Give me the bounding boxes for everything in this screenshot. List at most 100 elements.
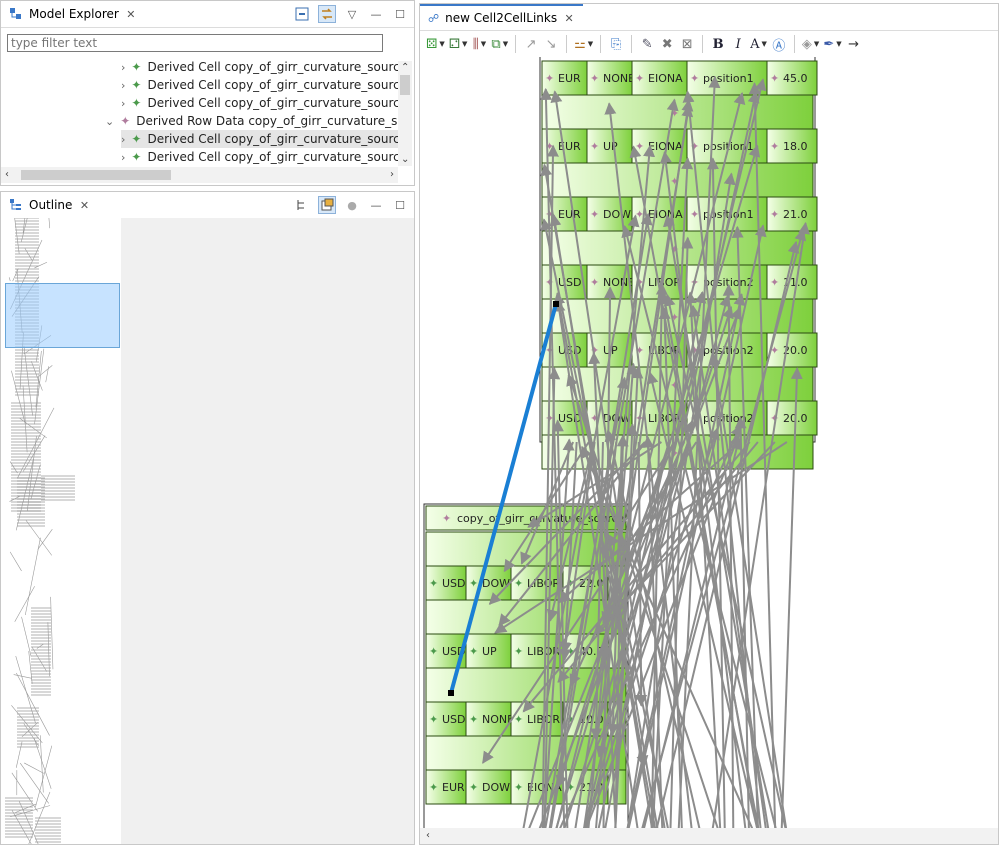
outline-tabbar: Outline ✕ ● — ☐ [1, 192, 414, 219]
italic-icon[interactable]: I [730, 35, 746, 53]
diagram-canvas[interactable]: ✦ EUR ✦ NONE ✦ EIONA ✦ position1 ✦ 45.0 ✦ ✦ EUR ✦ UP ✦ E… [420, 57, 998, 828]
diagram-horizontal-scrollbar[interactable]: ‹ [420, 828, 998, 844]
scroll-left-icon[interactable]: ‹ [5, 169, 9, 180]
tree-vertical-scrollbar[interactable]: ⌃ ⌄ [398, 61, 412, 166]
model-tree: › ✦ Derived Cell copy_of_girr_curvature_so… [1, 58, 398, 166]
scroll-down-icon[interactable]: ⌄ [401, 154, 409, 165]
outline-title: Outline [29, 198, 73, 212]
line-style-icon[interactable]: → [846, 35, 862, 53]
scroll-left-icon[interactable]: ‹ [426, 830, 430, 841]
outline-link-mark [21, 616, 32, 657]
toolbar-separator [631, 35, 633, 53]
outline-link-mark [14, 586, 35, 622]
close-icon[interactable]: ✕ [125, 8, 137, 21]
chevron-right-icon[interactable]: › [121, 133, 125, 146]
outline-background [121, 218, 414, 844]
cell-icon: ✦ [590, 208, 599, 221]
select-icon[interactable]: ⚄ [426, 35, 445, 53]
filter-input[interactable] [7, 34, 383, 52]
link-with-editor-icon[interactable] [318, 5, 336, 23]
delete-icon[interactable]: ✖ [659, 35, 675, 53]
cell-label: position2 [703, 412, 754, 425]
tree-item[interactable]: › ✦ Derived Cell copy_of_girr_curvature_so… [121, 94, 398, 112]
tree-item[interactable]: ⌄ ✦ Derived Row Data copy_of_girr_curvatur… [105, 112, 398, 130]
outline-link-mark [8, 277, 11, 282]
filter-icon[interactable]: ● [344, 197, 360, 213]
model-explorer-icon [10, 8, 21, 19]
toolbar-separator [515, 35, 517, 53]
outline-link-mark [9, 495, 21, 502]
tree-item[interactable]: › ✦ Derived Cell copy_of_girr_curvature_so… [121, 58, 398, 76]
view-menu-icon[interactable]: ▽ [344, 6, 360, 22]
toolbar-separator [600, 35, 602, 53]
chevron-right-icon[interactable]: › [121, 151, 125, 164]
tree-item[interactable]: › ✦ Derived Cell copy_of_girr_curvature_so… [121, 130, 398, 148]
chevron-right-icon[interactable]: › [121, 97, 125, 110]
align-icon[interactable]: ⫼ [471, 35, 487, 53]
minimize-icon[interactable]: — [368, 6, 384, 22]
diagram-drawing: ✦ EUR ✦ NONE ✦ EIONA ✦ position1 ✦ 45.0✦✦ EUR ✦ UP ✦ E… [423, 57, 818, 828]
scroll-up-icon[interactable]: ⌃ [401, 62, 409, 73]
chevron-right-icon[interactable]: › [121, 79, 125, 92]
tree-item[interactable]: › ✦ Derived Cell copy_of_girr_curvature_so… [121, 148, 398, 166]
scroll-thumb[interactable] [21, 170, 171, 180]
delete-link-icon[interactable]: ✎ [639, 35, 655, 53]
export-icon[interactable]: ↗ [523, 35, 539, 53]
model-explorer-tabbar: Model Explorer ✕ ▽ — ☐ [1, 1, 414, 28]
chevron-down-icon[interactable]: ⌄ [105, 115, 114, 128]
outline-link-mark [11, 370, 26, 425]
cell-label: EIONA [648, 72, 683, 85]
tab-model-explorer[interactable]: Model Explorer ✕ [1, 1, 145, 27]
model-explorer-view-toolbar: ▽ — ☐ [294, 5, 408, 23]
outline-view-toolbar: ● — ☐ [294, 196, 408, 214]
close-icon[interactable]: ✕ [78, 199, 90, 212]
selection-handle[interactable] [448, 690, 454, 696]
outline-link-mark [15, 741, 23, 768]
selection-handle[interactable] [553, 301, 559, 307]
line-color-icon[interactable]: ✒ [823, 35, 841, 53]
close-icon[interactable]: ✕ [563, 12, 575, 25]
cell-icon: ✦ [770, 276, 779, 289]
outline-thumbnail[interactable] [1, 218, 121, 844]
cell-icon: ✦ [590, 276, 599, 289]
maximize-icon[interactable]: ☐ [392, 6, 408, 22]
chevron-right-icon[interactable]: › [121, 61, 125, 74]
collapse-all-icon[interactable] [294, 6, 310, 22]
tab-outline[interactable]: Outline ✕ [1, 192, 99, 218]
cell-icon: ✦ [770, 72, 779, 85]
tab-new-cell2celllinks[interactable]: ☍ new Cell2CellLinks ✕ [420, 4, 584, 30]
show-overview-icon[interactable] [318, 196, 336, 214]
delete-from-model-icon[interactable]: ⊠ [679, 35, 695, 53]
fill-color-icon[interactable]: ◈ [802, 35, 819, 53]
show-tree-icon[interactable] [294, 197, 310, 213]
tree-item[interactable]: › ✦ Derived Cell copy_of_girr_curvature_so… [121, 76, 398, 94]
copy-appearance-icon[interactable]: ⎘ [608, 35, 624, 53]
cell-icon: ✦ [690, 72, 699, 85]
cell-icon: ✦ [469, 645, 478, 658]
import-icon[interactable]: ↘ [543, 35, 559, 53]
scroll-thumb[interactable] [400, 75, 410, 95]
tree-item-label: Derived Row Data copy_of_girr_curvature_… [136, 114, 398, 128]
minimize-icon[interactable]: — [368, 197, 384, 213]
layout-icon[interactable]: ⚍ [574, 35, 593, 53]
cell-label: EUR [442, 781, 465, 794]
cell-label: USD [558, 412, 582, 425]
cell-icon: ✦ [545, 72, 554, 85]
scroll-right-icon[interactable]: › [390, 169, 394, 180]
outline-link-mark [34, 348, 45, 425]
bold-icon[interactable]: B [710, 35, 726, 53]
arrange-icon[interactable]: ⚁ [449, 35, 468, 53]
font-color-icon[interactable]: A [750, 35, 767, 53]
cell-label: EUR [558, 208, 581, 221]
cell-label: 45.0 [783, 72, 808, 85]
cell-label: USD [442, 577, 466, 590]
cell-icon: ✦ [429, 577, 438, 590]
font-style-icon[interactable]: Ⓐ [771, 35, 787, 54]
tree-item-label: Derived Cell copy_of_girr_curvature_sour… [147, 150, 398, 164]
tree-item-label: Derived Cell copy_of_girr_curvature_sour… [147, 60, 398, 74]
tree-horizontal-scrollbar[interactable]: ‹ › [1, 167, 398, 183]
outline-viewport-selector[interactable] [5, 283, 120, 348]
distribute-icon[interactable]: ⧉ [491, 35, 508, 53]
outline-link-mark [50, 596, 54, 670]
maximize-icon[interactable]: ☐ [392, 197, 408, 213]
